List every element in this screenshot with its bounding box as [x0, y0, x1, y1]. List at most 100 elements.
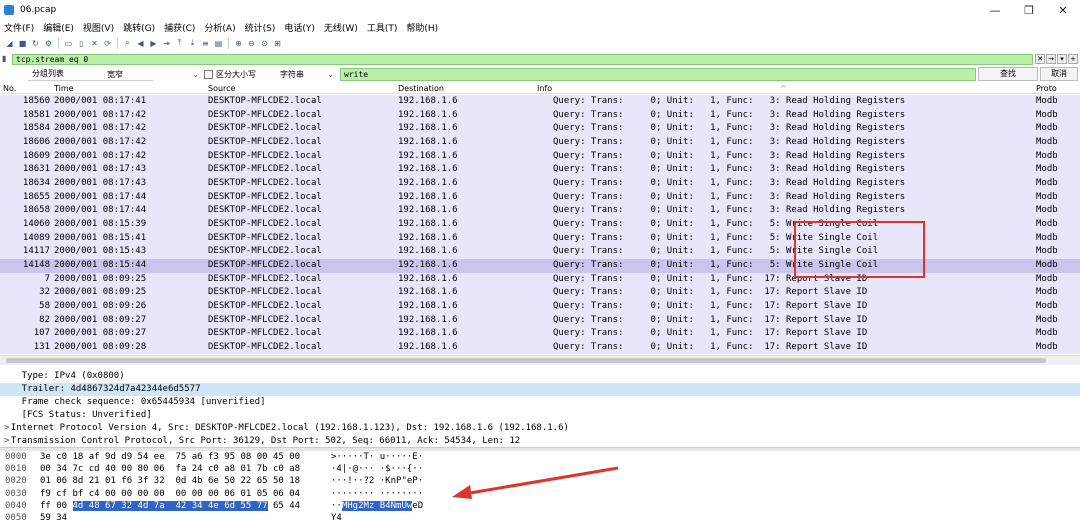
stop-icon[interactable]: ■ — [17, 38, 28, 49]
forward-icon[interactable]: ▶ — [148, 38, 159, 49]
checkbox-box[interactable] — [204, 69, 213, 79]
packet-info: Query: Trans: 0; Unit: 1, Func: 17: Repo… — [553, 341, 868, 352]
column-no[interactable]: No. — [3, 84, 16, 93]
search-type-select[interactable]: 字符串 ⌄ — [276, 68, 338, 81]
restart-icon[interactable]: ↻ — [30, 38, 41, 49]
detail-tree-item[interactable]: Type: IPv4 (0x0800) — [0, 370, 1080, 383]
zoom-reset-icon[interactable]: ⊙ — [259, 38, 270, 49]
packet-number: 14117 — [22, 246, 50, 257]
zoom-in-icon[interactable]: ⊕ — [233, 38, 244, 49]
close-file-icon[interactable]: ✕ — [89, 38, 100, 49]
packet-row[interactable]: 131 2000/001 08:09:28 DESKTOP-MFLCDE2.loca… — [0, 340, 1080, 355]
display-filter-input[interactable]: tcp.stream eq 0 — [12, 53, 1033, 65]
packet-row[interactable]: 18606 2000/001 08:17:42 DESKTOP-MFLCDE2.lo… — [0, 135, 1080, 150]
last-icon[interactable]: ⤓ — [187, 38, 198, 49]
bytes-row[interactable]: 0000 3e c0 18 af 9d d9 54 ee 75 a6 f3 95 … — [0, 451, 1080, 463]
packet-source: DESKTOP-MFLCDE2.local — [208, 300, 322, 311]
minimize-button[interactable]: — — [978, 4, 1012, 17]
ascii-bytes: ··MHg2Mz B4NmUweD — [331, 500, 423, 512]
detail-tree-item[interactable]: Frame check sequence: 0x65445934 [unveri… — [0, 396, 1080, 409]
packet-protocol: Modb — [1036, 109, 1058, 120]
packet-row[interactable]: 18658 2000/001 08:17:44 DESKTOP-MFLCDE2.lo… — [0, 204, 1080, 218]
scrollbar-thumb[interactable] — [6, 358, 1046, 363]
menu-telephony[interactable]: 电话(Y) — [284, 21, 315, 34]
title-bar: 06.pcap — ❐ ✕ — [0, 0, 1080, 20]
bytes-row[interactable]: 0040 ff 00 4d 48 67 32 4d 7a 42 34 4e 6d … — [0, 500, 1080, 512]
add-filter-icon[interactable]: + — [1068, 54, 1078, 64]
goto-icon[interactable]: ⇥ — [161, 38, 172, 49]
find-icon[interactable]: ⌕ — [122, 38, 133, 49]
close-button[interactable]: ✕ — [1046, 4, 1080, 17]
open-folder-icon[interactable]: ▭ — [63, 38, 74, 49]
packet-time: 2000/001 08:17:42 — [54, 136, 147, 147]
detail-tree-item[interactable]: > Transmission Control Protocol, Src Por… — [0, 435, 1080, 447]
packet-row[interactable]: 18655 2000/001 08:17:44 DESKTOP-MFLCDE2.lo… — [0, 190, 1080, 205]
packet-info: Query: Trans: 0; Unit: 1, Func: 17: Repo… — [553, 314, 868, 325]
packet-row[interactable]: 18634 2000/001 08:17:43 DESKTOP-MFLCDE2.lo… — [0, 176, 1080, 191]
expand-arrow-icon[interactable]: > — [4, 435, 9, 447]
filter-dropdown-icon[interactable]: ▾ — [1057, 54, 1067, 64]
bookmark-icon[interactable]: ▮ — [2, 54, 12, 64]
expand-arrow-icon[interactable]: > — [4, 422, 9, 435]
menu-file[interactable]: 文件(F) — [4, 21, 34, 34]
packet-row[interactable]: 107 2000/001 08:09:27 DESKTOP-MFLCDE2.loca… — [0, 327, 1080, 341]
menu-help[interactable]: 帮助(H) — [406, 21, 438, 34]
column-source[interactable]: Source — [208, 84, 235, 93]
detail-text: Frame check sequence: 0x65445934 [unveri… — [0, 397, 266, 407]
packet-protocol: Modb — [1036, 164, 1058, 175]
packet-number: 18658 — [22, 205, 50, 216]
packet-number: 131 — [33, 341, 50, 352]
packet-destination: 192.168.1.6 — [398, 273, 458, 284]
packet-source: DESKTOP-MFLCDE2.local — [208, 287, 322, 298]
chevron-down-icon: ⌄ — [192, 69, 199, 79]
menu-wireless[interactable]: 无线(W) — [324, 21, 358, 34]
column-info[interactable]: Info — [537, 84, 552, 93]
first-icon[interactable]: ⤒ — [174, 38, 185, 49]
charset-select[interactable]: 宽窄 ⌄ — [103, 68, 203, 81]
packet-row[interactable]: 82 2000/001 08:09:27 DESKTOP-MFLCDE2.local… — [0, 313, 1080, 328]
case-sensitive-checkbox[interactable]: 区分大小写 — [204, 69, 256, 80]
packet-protocol: Modb — [1036, 273, 1058, 284]
maximize-button[interactable]: ❐ — [1012, 4, 1046, 17]
find-button[interactable]: 查找 — [978, 67, 1038, 81]
cancel-button[interactable]: 取消 — [1040, 67, 1078, 81]
packet-details-pane[interactable]: Type: IPv4 (0x0800) Trailer: 4d4867324d7… — [0, 370, 1080, 447]
menu-edit[interactable]: 编辑(E) — [43, 21, 74, 34]
packet-protocol: Modb — [1036, 123, 1058, 134]
packet-source: DESKTOP-MFLCDE2.local — [208, 341, 322, 352]
menu-go[interactable]: 跳转(G) — [123, 21, 155, 34]
packet-row[interactable]: 18609 2000/001 08:17:42 DESKTOP-MFLCDE2.lo… — [0, 149, 1080, 164]
clear-filter-icon[interactable]: ✕ — [1035, 54, 1045, 64]
resize-columns-icon[interactable]: ⊞ — [272, 38, 283, 49]
menu-analyze[interactable]: 分析(A) — [204, 21, 235, 34]
menu-statistics[interactable]: 统计(S) — [245, 21, 276, 34]
options-icon[interactable]: ⚙ — [43, 38, 54, 49]
packet-row[interactable]: 18560 2000/001 08:17:41 DESKTOP-MFLCDE2.lo… — [0, 95, 1080, 109]
packet-row[interactable]: 18581 2000/001 08:17:42 DESKTOP-MFLCDE2.lo… — [0, 108, 1080, 123]
column-protocol[interactable]: Proto — [1036, 84, 1057, 93]
packet-row[interactable]: 58 2000/001 08:09:26 DESKTOP-MFLCDE2.local… — [0, 299, 1080, 314]
reload-icon[interactable]: ⟳ — [102, 38, 113, 49]
packet-row[interactable]: 18584 2000/001 08:17:42 DESKTOP-MFLCDE2.lo… — [0, 122, 1080, 136]
detail-tree-item[interactable]: > Internet Protocol Version 4, Src: DESK… — [0, 422, 1080, 435]
packet-list-hscrollbar[interactable] — [0, 355, 1080, 365]
column-destination[interactable]: Destination — [398, 84, 444, 93]
colorize-icon[interactable]: ▤ — [213, 38, 224, 49]
detail-tree-item[interactable]: [FCS Status: Unverified] — [0, 409, 1080, 422]
file-icon[interactable]: ▯ — [76, 38, 87, 49]
column-time[interactable]: Time — [54, 84, 74, 93]
search-input[interactable]: write — [340, 67, 976, 81]
menu-capture[interactable]: 捕获(C) — [164, 21, 195, 34]
zoom-out-icon[interactable]: ⊖ — [246, 38, 257, 49]
apply-filter-icon[interactable]: → — [1046, 54, 1056, 64]
autoscroll-icon[interactable]: ≡ — [200, 38, 211, 49]
menu-tools[interactable]: 工具(T) — [367, 21, 398, 34]
bytes-row[interactable]: 0050 59 34 Y4 — [0, 512, 1080, 524]
menu-view[interactable]: 视图(V) — [83, 21, 114, 34]
packet-row[interactable]: 18631 2000/001 08:17:43 DESKTOP-MFLCDE2.lo… — [0, 163, 1080, 177]
packet-time: 2000/001 08:17:43 — [54, 164, 147, 175]
packet-row[interactable]: 32 2000/001 08:09:25 DESKTOP-MFLCDE2.local… — [0, 286, 1080, 300]
back-icon[interactable]: ◀ — [135, 38, 146, 49]
detail-tree-item[interactable]: Trailer: 4d4867324d7a42344e6d5577 — [0, 383, 1080, 396]
shark-fin-start-icon[interactable]: ◢ — [4, 38, 15, 49]
